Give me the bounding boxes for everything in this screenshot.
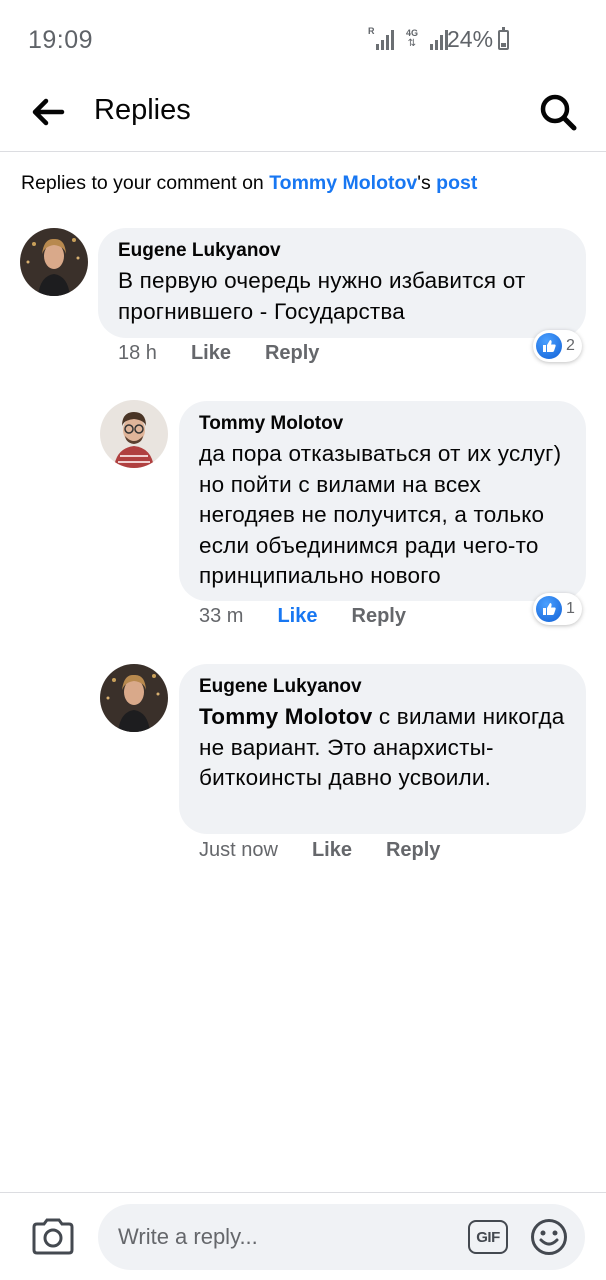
like-button[interactable]: Like [277, 605, 317, 628]
gif-button[interactable]: GIF [468, 1220, 508, 1254]
comment-author[interactable]: Eugene Lukyanov [118, 240, 566, 262]
comment-text: Tommy Molotov с вилами никогда не вариан… [199, 702, 566, 794]
avatar[interactable] [20, 228, 88, 296]
cell-signal-icon [430, 28, 448, 50]
comment-time: 18 h [118, 342, 157, 364]
avatar[interactable] [100, 664, 168, 732]
comment-author[interactable]: Eugene Lukyanov [199, 676, 566, 698]
replies-context: Replies to your comment on Tommy Molotov… [21, 172, 477, 195]
status-bar: 19:09 R 4G ⇅ 24% [0, 0, 606, 80]
emoji-button[interactable] [530, 1218, 568, 1256]
camera-button[interactable] [30, 1217, 76, 1257]
reply-button[interactable]: Reply [386, 839, 440, 862]
network-label: 4G [405, 28, 418, 38]
search-icon [540, 94, 577, 131]
comment-actions: 18 h Like Reply [118, 342, 319, 365]
profile-photo-icon [100, 664, 168, 732]
signal-indicators: R 4G ⇅ [368, 26, 448, 50]
context-prefix: Replies to your comment on [21, 172, 270, 194]
comment-text: да пора отказываться от их услуг) но пой… [199, 441, 562, 588]
likes-count: 1 [566, 600, 575, 617]
roaming-signal-icon: R [368, 26, 394, 50]
comment-text: В первую очередь нужно избавится от прог… [118, 268, 526, 324]
back-button[interactable] [26, 90, 70, 134]
mobile-data-icon: 4G ⇅ [405, 28, 418, 49]
smiley-icon [531, 1219, 567, 1255]
like-button[interactable]: Like [191, 342, 231, 365]
page-title: Replies [94, 94, 191, 126]
status-time: 19:09 [28, 26, 94, 54]
comment-bubble[interactable]: Tommy Molotov да пора отказываться от их… [179, 401, 586, 601]
comment-time: Just now [199, 839, 278, 861]
reply-button[interactable]: Reply [352, 605, 406, 628]
comment-actions: Just now Like Reply [199, 839, 440, 862]
search-button[interactable] [534, 88, 582, 136]
comment-bubble[interactable]: Eugene Lukyanov В первую очередь нужно и… [98, 228, 586, 338]
comment-actions: 33 m Like Reply [199, 605, 406, 628]
comment-time: 33 m [199, 605, 244, 627]
battery-percent: 24% [447, 26, 494, 52]
post-link[interactable]: post [436, 172, 477, 194]
comment-bubble[interactable]: Eugene Lukyanov Tommy Molotov с вилами н… [179, 664, 586, 834]
mention-link[interactable]: Tommy Molotov [199, 704, 372, 729]
thumbs-up-icon [536, 333, 562, 359]
post-author-link[interactable]: Tommy Molotov [269, 172, 417, 194]
thumbs-up-icon [536, 596, 562, 622]
reply-composer: GIF [0, 1192, 606, 1280]
arrow-left-icon [32, 98, 65, 126]
reaction-count[interactable]: 2 [533, 330, 582, 362]
comment-author[interactable]: Tommy Molotov [199, 413, 566, 435]
reply-input[interactable] [98, 1204, 585, 1270]
profile-photo-icon [100, 400, 168, 468]
avatar[interactable] [100, 400, 168, 468]
battery-icon [498, 27, 509, 50]
likes-count: 2 [566, 337, 575, 354]
roaming-label: R [368, 26, 375, 36]
reply-button[interactable]: Reply [265, 342, 319, 365]
like-button[interactable]: Like [312, 839, 352, 862]
profile-photo-icon [20, 228, 88, 296]
camera-icon [32, 1218, 74, 1255]
app-bar: Replies [0, 80, 606, 152]
reaction-count[interactable]: 1 [533, 593, 582, 625]
context-possessive: 's [417, 172, 437, 194]
